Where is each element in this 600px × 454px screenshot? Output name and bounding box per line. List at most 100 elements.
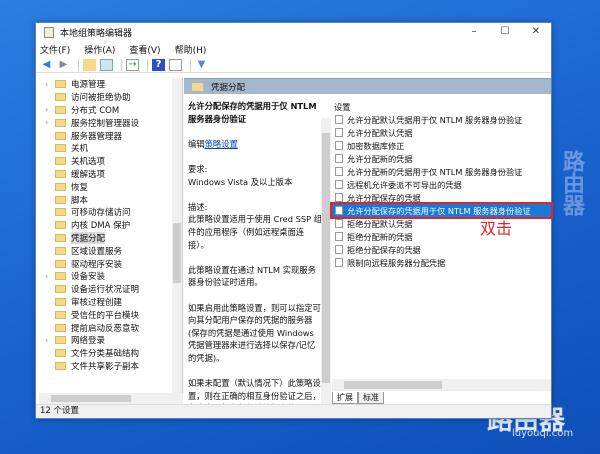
policy-setting-item[interactable]: 拒绝分配新的凭据: [332, 230, 551, 243]
watermark-url: luyouqi.com: [512, 428, 574, 439]
tree-item[interactable]: 驱动程序安装: [39, 257, 182, 270]
folder-icon: [55, 157, 66, 166]
menu-file[interactable]: 文件(F): [40, 43, 70, 56]
forward-icon[interactable]: ▶: [57, 59, 70, 71]
tree-item[interactable]: 脚本: [39, 193, 182, 206]
menu-bar: 文件(F) 操作(A) 查看(V) 帮助(H): [36, 41, 551, 57]
policy-icon: [335, 154, 343, 163]
policy-icon: [335, 128, 343, 137]
policy-setting-label: 允许分配保存的凭据: [347, 192, 421, 203]
properties-icon[interactable]: [169, 58, 182, 71]
policy-icon: [335, 141, 343, 150]
chevron-right-icon[interactable]: ›: [45, 336, 55, 345]
tree-item-label: 恢复: [71, 182, 89, 193]
tree-item[interactable]: 提前启动反恶意软: [39, 321, 182, 334]
policy-setting-item[interactable]: 限制向远程服务器分配凭据: [332, 256, 551, 269]
tree-horizontal-scrollbar[interactable]: [39, 393, 183, 404]
policy-setting-label: 允许分配默认凭据用于仅 NTLM 服务器身份验证: [347, 114, 523, 125]
policy-icon: [335, 193, 343, 202]
maximize-button[interactable]: ☐: [490, 23, 520, 41]
list-horizontal-scrollbar[interactable]: [332, 379, 551, 391]
tree-item[interactable]: › 网络登录: [39, 334, 182, 347]
policy-setting-item[interactable]: 拒绝分配保存的凭据: [332, 243, 551, 256]
policy-setting-item[interactable]: 拒绝分配默认凭据: [332, 217, 551, 230]
description-scrollbar[interactable]: [321, 118, 331, 408]
policy-setting-item[interactable]: 允许分配默认凭据用于仅 NTLM 服务器身份验证: [332, 113, 551, 126]
chevron-right-icon[interactable]: ›: [45, 80, 55, 89]
chevron-right-icon[interactable]: ›: [45, 118, 55, 127]
tree-item-label: 受信任的平台模块: [71, 310, 140, 321]
help-icon[interactable]: ?: [152, 58, 165, 71]
category-title: 凭据分配: [211, 82, 246, 93]
chevron-right-icon[interactable]: ›: [45, 105, 55, 114]
tree-item[interactable]: 内核 DMA 保护: [39, 219, 182, 232]
policy-setting-item[interactable]: 加密数据库修正: [332, 139, 551, 152]
policy-icon: [335, 258, 343, 267]
close-button[interactable]: ✕: [521, 23, 551, 41]
folder-icon: [55, 285, 66, 294]
tab-extended[interactable]: 扩展: [332, 392, 358, 404]
tree-item[interactable]: 审核过程创建: [39, 296, 182, 309]
tree-item[interactable]: 关机选项: [39, 155, 182, 168]
up-folder-icon[interactable]: [83, 58, 96, 71]
tree-item[interactable]: 受信任的平台模块: [39, 308, 182, 321]
tree-item[interactable]: › 电源管理: [39, 78, 182, 91]
tree-item-label: 区域设置服务: [71, 246, 123, 257]
tree-item-label: 文件分类基础结构: [71, 349, 140, 360]
requirements-label: 要求:: [188, 163, 208, 174]
chevron-right-icon[interactable]: ›: [45, 272, 55, 281]
filter-icon[interactable]: ▼: [195, 59, 208, 71]
minimize-button[interactable]: –: [459, 23, 489, 41]
tree-item[interactable]: › 设备安装: [39, 270, 182, 283]
policy-setting-item[interactable]: 允许分配默认凭据: [332, 126, 551, 139]
tree-item[interactable]: 关机: [39, 142, 182, 155]
tree-item[interactable]: 恢复: [39, 180, 182, 193]
tree-item[interactable]: 缓解选项: [39, 168, 182, 181]
tree-item[interactable]: 文件分类基础结构: [39, 347, 182, 360]
menu-action[interactable]: 操作(A): [84, 43, 115, 56]
tree-item[interactable]: 可移动存储访问: [39, 206, 182, 219]
settings-column-header[interactable]: 设置: [332, 100, 551, 113]
export-list-icon[interactable]: →: [126, 58, 139, 71]
folder-icon: [55, 336, 66, 345]
policy-setting-item[interactable]: 允许分配新的凭据用于仅 NTLM 服务器身份验证: [332, 165, 551, 178]
folder-icon: [55, 272, 66, 281]
tree-item-label: 提前启动反恶意软: [71, 323, 140, 334]
tree-item[interactable]: › 分布式 COM: [39, 104, 182, 117]
policy-setting-item[interactable]: 允许分配保存的凭据用于仅 NTLM 服务器身份验证: [330, 202, 553, 219]
tree-item[interactable]: 凭据分配: [39, 231, 182, 245]
policy-description: 允许分配保存的凭据用于仅 NTLM 服务器身份验证 编辑策略设置 要求: Wind…: [188, 100, 323, 428]
tab-standard[interactable]: 标准: [358, 392, 384, 404]
folder-icon: [55, 323, 66, 332]
policy-setting-label: 允许分配新的凭据: [347, 153, 413, 164]
tree-item-label: 服务控制管理器设: [71, 118, 140, 129]
policy-setting-label: 拒绝分配新的凭据: [347, 231, 413, 242]
tree-item[interactable]: 设备运行状况证明: [39, 283, 182, 296]
folder-icon: [55, 169, 66, 178]
policy-setting-item[interactable]: 远程机允许委派不可导出的凭据: [332, 178, 551, 191]
menu-help[interactable]: 帮助(H): [175, 43, 207, 56]
tree-item-label: 设备运行状况证明: [71, 285, 140, 296]
folder-icon: [55, 105, 66, 114]
description-label: 描述:: [188, 201, 208, 212]
show-hide-tree-icon[interactable]: [100, 58, 113, 71]
tree-item[interactable]: 访问被拒绝协助: [39, 91, 182, 104]
tree-item[interactable]: › 服务控制管理器设: [39, 116, 182, 129]
tree-item[interactable]: 服务器管理器: [39, 129, 182, 142]
details-pane: 凭据分配 允许分配保存的凭据用于仅 NTLM 服务器身份验证 编辑策略设置 要求…: [184, 78, 553, 413]
policy-setting-item[interactable]: 允许分配保存的凭据: [332, 191, 551, 204]
folder-icon: [55, 93, 66, 102]
menu-view[interactable]: 查看(V): [129, 43, 160, 56]
tree-item[interactable]: 文件共享影子副本: [39, 360, 182, 373]
policy-setting-item[interactable]: 允许分配新的凭据: [332, 152, 551, 165]
policy-icon: [335, 115, 343, 124]
folder-icon: [55, 246, 66, 255]
tree-item-label: 凭据分配: [71, 231, 106, 244]
status-bar: 12 个设置: [36, 404, 551, 418]
policy-settings-link[interactable]: 策略设置: [205, 139, 238, 149]
folder-icon: [55, 349, 66, 358]
back-icon[interactable]: ◀: [40, 59, 53, 71]
tree-vertical-scrollbar[interactable]: [172, 78, 182, 393]
policy-setting-label: 允许分配新的凭据用于仅 NTLM 服务器身份验证: [347, 166, 523, 177]
tree-item[interactable]: 区域设置服务: [39, 244, 182, 257]
